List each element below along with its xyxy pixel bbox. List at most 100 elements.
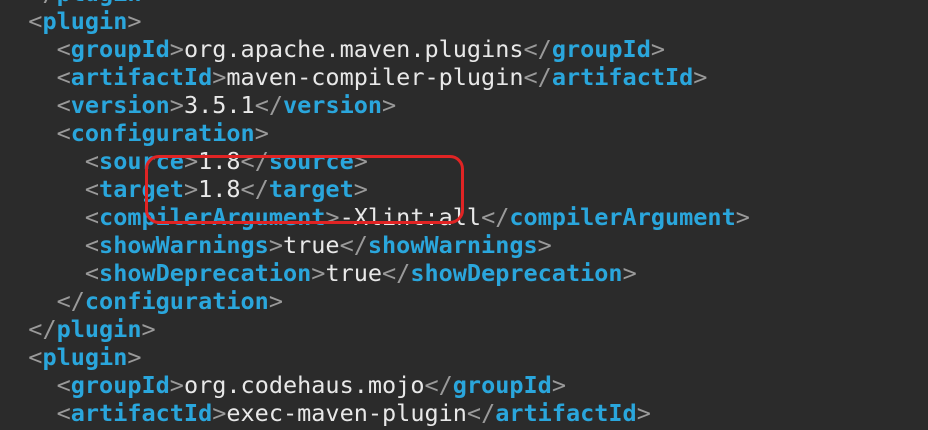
tag-name: showWarnings: [99, 231, 269, 259]
element-value: true: [325, 259, 383, 287]
tag-name: showDeprecation: [99, 259, 312, 287]
tag-bracket: >: [311, 259, 326, 287]
tag-bracket: <: [56, 63, 71, 91]
code-line[interactable]: <target>1.8</target>: [0, 175, 750, 203]
tag-bracket: </: [466, 399, 496, 427]
tag-bracket: >: [382, 91, 397, 119]
tag-bracket: >: [169, 91, 184, 119]
code-line[interactable]: <artifactId>exec-maven-plugin</artifactI…: [0, 399, 750, 427]
code-line[interactable]: <showDeprecation>true</showDeprecation>: [0, 259, 750, 287]
tag-bracket: <: [56, 91, 71, 119]
tag-name: plugin: [42, 343, 128, 371]
tag-bracket: >: [127, 7, 142, 35]
tag-bracket: <: [56, 119, 71, 147]
tag-name: groupId: [551, 35, 651, 63]
tag-bracket: >: [551, 371, 566, 399]
element-value: true: [282, 231, 340, 259]
tag-bracket: >: [141, 0, 155, 7]
tag-bracket: </: [339, 231, 368, 259]
tag-bracket: >: [183, 175, 199, 203]
tag-bracket: >: [735, 203, 750, 231]
element-value: exec-maven-plugin: [226, 399, 467, 427]
tag-name: plugin: [42, 7, 128, 35]
tag-bracket: >: [353, 147, 368, 175]
tag-bracket: >: [212, 399, 227, 427]
tag-name: source: [268, 147, 354, 175]
tag-bracket: >: [212, 63, 227, 91]
tag-bracket: >: [537, 231, 552, 259]
tag-bracket: </: [382, 259, 411, 287]
element-value: maven-compiler-plugin: [226, 63, 524, 91]
tag-bracket: </: [240, 147, 269, 175]
tag-bracket: >: [693, 63, 708, 91]
tag-name: compilerArgument: [99, 203, 326, 231]
tag-bracket: </: [28, 315, 57, 343]
tag-bracket: >: [169, 35, 184, 63]
tag-name: configuration: [70, 119, 255, 147]
tag-bracket: <: [84, 259, 100, 287]
tag-name: artifactId: [70, 63, 213, 91]
tag-bracket: <: [56, 35, 71, 63]
tag-name: plugin: [56, 315, 142, 343]
tag-bracket: <: [28, 343, 43, 371]
tag-bracket: >: [254, 119, 269, 147]
tag-bracket: >: [141, 315, 156, 343]
code-line[interactable]: <plugin>: [0, 7, 750, 35]
code-line[interactable]: <artifactId>maven-compiler-plugin</artif…: [0, 63, 750, 91]
tag-bracket: <: [84, 147, 100, 175]
tag-bracket: >: [268, 287, 283, 315]
tag-bracket: >: [636, 399, 651, 427]
tag-bracket: >: [325, 203, 340, 231]
tag-bracket: >: [183, 147, 199, 175]
element-value: -Xlint:all: [339, 203, 482, 231]
tag-name: groupId: [70, 371, 170, 399]
tag-bracket: </: [56, 287, 85, 315]
tag-name: version: [70, 91, 170, 119]
tag-bracket: </: [523, 63, 552, 91]
tag-name: target: [268, 175, 354, 203]
tag-name: compilerArgument: [509, 203, 736, 231]
tag-name: target: [99, 175, 184, 203]
code-line[interactable]: <source>1.8</source>: [0, 147, 750, 175]
code-line[interactable]: <groupId>org.apache.maven.plugins</group…: [0, 35, 750, 63]
tag-name: artifactId: [70, 399, 213, 427]
element-value: 1.8: [198, 175, 241, 203]
code-line[interactable]: <plugin>: [0, 343, 750, 371]
code-line[interactable]: <groupId>org.codehaus.mojo</groupId>: [0, 371, 750, 399]
tag-name: plugin: [57, 0, 142, 7]
tag-bracket: </: [523, 35, 552, 63]
code-line[interactable]: </plugin>: [0, 315, 750, 343]
tag-bracket: >: [650, 35, 666, 63]
tag-bracket: <: [56, 399, 71, 427]
tag-bracket: >: [127, 343, 142, 371]
element-value: org.apache.maven.plugins: [183, 35, 524, 63]
code-line[interactable]: <version>3.5.1</version>: [0, 91, 750, 119]
tag-bracket: >: [622, 259, 637, 287]
tag-bracket: </: [424, 371, 453, 399]
tag-name: groupId: [452, 371, 552, 399]
tag-name: source: [99, 147, 184, 175]
code-line[interactable]: </plugin>: [0, 0, 750, 7]
tag-name: version: [283, 91, 383, 119]
tag-bracket: </: [28, 0, 56, 7]
code-line[interactable]: <configuration>: [0, 119, 750, 147]
tag-name: showDeprecation: [410, 259, 623, 287]
tag-bracket: <: [84, 203, 100, 231]
tag-bracket: >: [169, 371, 184, 399]
tag-name: configuration: [84, 287, 269, 315]
tag-bracket: >: [268, 231, 283, 259]
element-value: 3.5.1: [183, 91, 255, 119]
code-area[interactable]: </plugin> <plugin> <groupId>org.apache.m…: [0, 0, 750, 427]
tag-bracket: <: [84, 175, 100, 203]
code-line[interactable]: <compilerArgument>-Xlint:all</compilerAr…: [0, 203, 750, 231]
tag-bracket: >: [353, 175, 368, 203]
tag-bracket: </: [254, 91, 283, 119]
code-line[interactable]: <showWarnings>true</showWarnings>: [0, 231, 750, 259]
element-value: 1.8: [198, 147, 241, 175]
code-editor[interactable]: </plugin> <plugin> <groupId>org.apache.m…: [0, 0, 928, 430]
tag-bracket: <: [84, 231, 100, 259]
tag-bracket: <: [56, 371, 71, 399]
code-line[interactable]: </configuration>: [0, 287, 750, 315]
tag-name: artifactId: [495, 399, 637, 427]
tag-name: artifactId: [551, 63, 694, 91]
